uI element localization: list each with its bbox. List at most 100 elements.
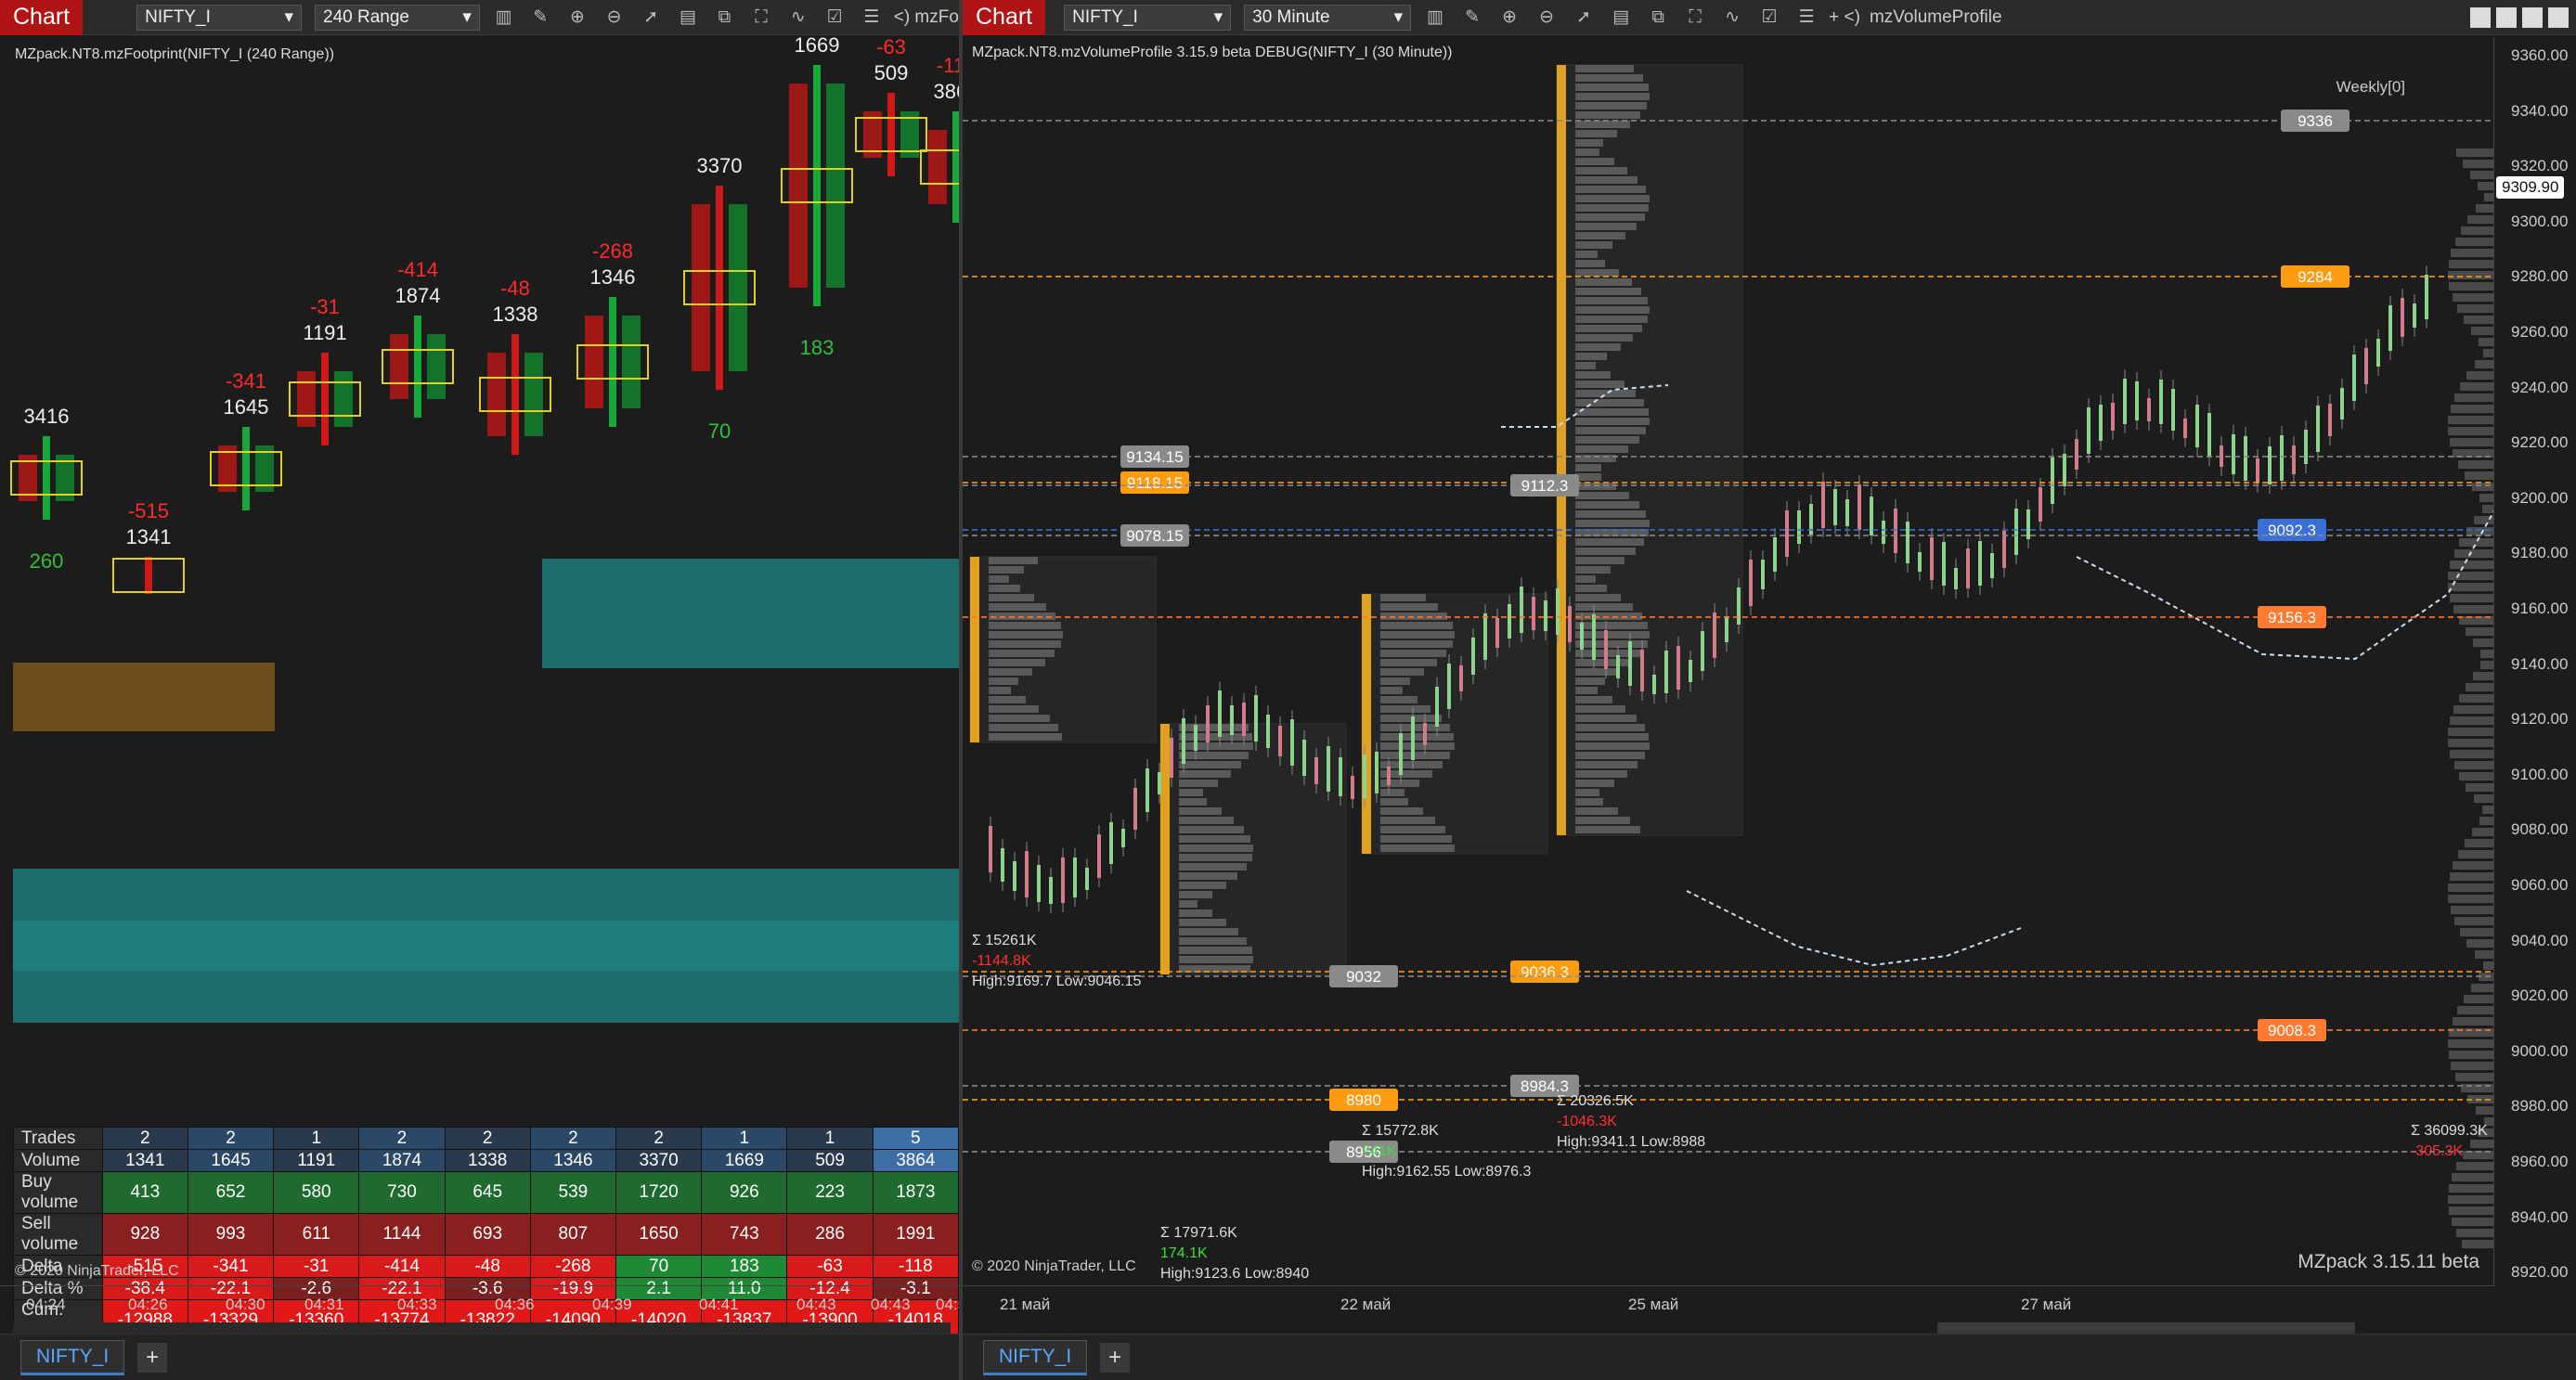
level-label: 9134.15 xyxy=(1126,448,1183,466)
weekly-profile-row xyxy=(2448,728,2493,736)
weekly-profile-row xyxy=(2449,1184,2493,1193)
indicators-icon[interactable]: ∿ xyxy=(1719,5,1745,31)
footprint-svg: 3416260 -5151341 -3411645-311191 -4141874 -4… xyxy=(10,37,959,1023)
weekly-profile-row xyxy=(2467,215,2493,224)
candle-body xyxy=(2135,381,2139,420)
weekly-profile-row xyxy=(2451,906,2493,914)
session-profile[interactable] xyxy=(1556,64,1743,836)
session-profile[interactable] xyxy=(969,556,1157,743)
zoom-in-icon[interactable]: ⊕ xyxy=(1496,5,1522,31)
time-axis[interactable]: 04:24 04:26 04:30 04:31 04:33 04:36 04:39 04:41… xyxy=(0,1285,959,1322)
profile-row xyxy=(1380,826,1445,833)
stats-cell: 928 xyxy=(101,1213,188,1256)
stats-cell: 693 xyxy=(444,1213,531,1256)
stats-cell: 3864 xyxy=(872,1149,959,1172)
footprint-plot-area[interactable]: MZpack.NT8.mzFootprint(NIFTY_I (240 Rang… xyxy=(0,37,959,1123)
weekly-profile-row xyxy=(2482,806,2493,814)
profile-row xyxy=(989,631,1063,638)
stats-cell: 580 xyxy=(273,1171,360,1214)
stats-cell: 286 xyxy=(786,1213,874,1256)
candle-body xyxy=(1990,553,1994,578)
bar-type-icon[interactable]: ▥ xyxy=(491,5,517,31)
properties-icon[interactable]: ☰ xyxy=(859,5,885,31)
price-level[interactable]: 8984.3 xyxy=(963,1075,2494,1097)
close-icon[interactable] xyxy=(2548,6,2569,28)
footprint-bar[interactable]: 3416 260 xyxy=(10,405,83,573)
candle-body xyxy=(1845,499,1849,526)
profile-row xyxy=(1179,937,1247,945)
tab-instrument[interactable]: NIFTY_I xyxy=(20,1339,125,1375)
instrument-selector[interactable]: NIFTY_I ▾ xyxy=(1064,4,1232,31)
chevron-down-icon: ▾ xyxy=(284,7,293,27)
price-level[interactable]: 8980 xyxy=(963,1089,2494,1111)
strategies-icon[interactable]: ☑ xyxy=(822,5,848,31)
drawing-tool-icon[interactable]: ✎ xyxy=(1459,5,1485,31)
zoom-in-icon[interactable]: ⊕ xyxy=(564,5,590,31)
add-tab-button[interactable]: + xyxy=(1100,1342,1131,1373)
bar-type-icon[interactable]: ▥ xyxy=(1422,5,1448,31)
time-axis[interactable]: 21 май 22 май 25 май 27 май xyxy=(963,1285,2494,1322)
add-tab-button[interactable]: + xyxy=(137,1342,168,1373)
profile-row xyxy=(1179,947,1252,954)
candle-body xyxy=(1966,548,1970,588)
stats-cell: -48 xyxy=(444,1255,531,1278)
minimize-icon[interactable] xyxy=(2496,6,2517,28)
zoom-out-icon[interactable]: ⊖ xyxy=(1534,5,1560,31)
price-axis[interactable]: 9360.00 9340.00 9320.00 9300.00 9280.00 9260.… xyxy=(2496,37,2576,1285)
weekly-profile-row xyxy=(2452,1218,2493,1226)
candle-body xyxy=(2292,445,2296,474)
weekly-profile-row xyxy=(2450,750,2493,758)
profile-plot-area[interactable]: MZpack.NT8.mzVolumeProfile 3.15.9 beta D… xyxy=(963,37,2494,1285)
toolbar-overflow[interactable]: <) mzFo xyxy=(894,7,959,28)
footprint-bar[interactable]: -63509 xyxy=(855,37,927,176)
weekly-profile-row xyxy=(2449,260,2493,268)
weekly-profile-row xyxy=(2464,316,2493,324)
restore-icon[interactable] xyxy=(2470,6,2491,28)
period-selector[interactable]: 240 Range ▾ xyxy=(315,4,480,31)
zoom-out-icon[interactable]: ⊖ xyxy=(602,5,628,31)
footprint-bar[interactable]: -2681346 xyxy=(576,239,649,427)
chart-menu-button[interactable]: Chart xyxy=(0,0,84,35)
chart-menu-button[interactable]: Chart xyxy=(963,0,1046,35)
bar-body xyxy=(609,297,616,427)
imbalance-zone xyxy=(13,869,959,921)
profile-row xyxy=(989,640,1061,648)
data-box-icon[interactable]: ▤ xyxy=(675,5,701,31)
footprint-bar[interactable]: -31 1191 xyxy=(289,295,361,445)
price-level[interactable]: 8956 xyxy=(963,1141,2494,1163)
chart-trader-icon[interactable]: ⧉ xyxy=(1645,5,1671,31)
time-label: 04:41 xyxy=(699,1296,739,1313)
pointer-icon[interactable]: ➚ xyxy=(1571,5,1597,31)
footprint-bar[interactable]: -515 1341 xyxy=(112,499,185,594)
instrument-selector[interactable]: NIFTY_I ▾ xyxy=(136,4,302,31)
chart-trader-icon[interactable]: ⧉ xyxy=(712,5,738,31)
chevron-down-icon: ▾ xyxy=(1213,7,1223,27)
tab-instrument[interactable]: NIFTY_I xyxy=(983,1339,1088,1375)
toolbar-extra[interactable]: + <) xyxy=(1829,7,1860,28)
weekly-profile-row xyxy=(2460,382,2493,391)
footprint-bar[interactable]: 3370 70 xyxy=(683,154,756,443)
pointer-icon[interactable]: ➚ xyxy=(638,5,664,31)
weekly-profile-row xyxy=(2458,460,2493,469)
footprint-bar[interactable]: -414 1874 xyxy=(382,258,454,418)
indicators-icon[interactable]: ∿ xyxy=(785,5,811,31)
period-selector[interactable]: 30 Minute ▾ xyxy=(1244,4,1412,31)
drawing-tool-icon[interactable]: ✎ xyxy=(527,5,553,31)
profile-row xyxy=(1380,696,1417,703)
level-label: 9336 xyxy=(2298,112,2333,130)
stats-cell: 645 xyxy=(444,1171,531,1214)
footprint-bar[interactable]: 1669 183 xyxy=(781,37,853,359)
footprint-bar[interactable]: -3411645 xyxy=(210,369,282,510)
maximize-icon[interactable] xyxy=(2522,6,2543,28)
strategies-icon[interactable]: ☑ xyxy=(1756,5,1782,31)
properties-icon[interactable]: ☰ xyxy=(1793,5,1819,31)
candle-body xyxy=(1821,482,1825,528)
screenshot-icon[interactable]: ⛶ xyxy=(1682,5,1708,31)
screenshot-icon[interactable]: ⛶ xyxy=(748,5,774,31)
price-level[interactable]: 9008.3 xyxy=(963,1019,2494,1041)
candle-body xyxy=(1085,868,1089,890)
footprint-bar[interactable]: -48 1338 xyxy=(479,277,551,455)
data-box-icon[interactable]: ▤ xyxy=(1608,5,1634,31)
stats-cell: 743 xyxy=(701,1213,788,1256)
weekly-profile-row xyxy=(2471,327,2493,335)
